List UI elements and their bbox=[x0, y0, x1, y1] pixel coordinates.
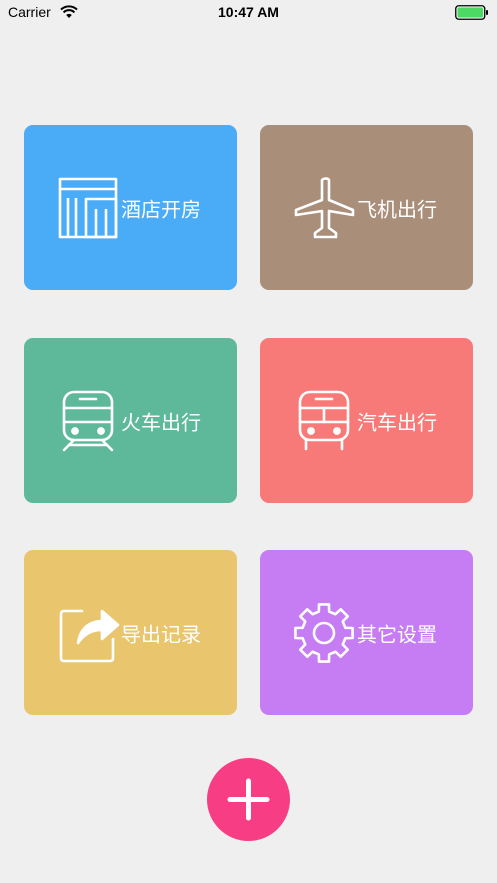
tile-export-button[interactable]: 导出记录 bbox=[24, 550, 237, 715]
tile-plane-label: 飞机出行 bbox=[357, 197, 437, 221]
tile-bus-label: 汽车出行 bbox=[357, 410, 437, 434]
status-bar: Carrier 10:47 AM bbox=[0, 0, 497, 26]
gear-icon bbox=[294, 602, 354, 663]
tile-plane-button[interactable]: 飞机出行 bbox=[260, 125, 473, 290]
tile-bus-button[interactable]: 汽车出行 bbox=[260, 338, 473, 503]
battery-icon bbox=[455, 5, 488, 20]
train-icon bbox=[62, 390, 114, 451]
airplane-icon bbox=[294, 176, 355, 238]
tile-hotel-button[interactable]: 酒店开房 bbox=[24, 125, 237, 290]
bus-icon bbox=[298, 390, 350, 450]
add-button[interactable] bbox=[207, 758, 290, 841]
tile-train-button[interactable]: 火车出行 bbox=[24, 338, 237, 503]
export-share-icon bbox=[59, 609, 120, 662]
status-time: 10:47 AM bbox=[218, 4, 279, 20]
tile-export-label: 导出记录 bbox=[121, 622, 201, 646]
tile-settings-label: 其它设置 bbox=[357, 622, 437, 646]
plus-icon bbox=[227, 778, 270, 821]
tile-train-label: 火车出行 bbox=[121, 410, 201, 434]
hotel-building-icon bbox=[58, 177, 118, 238]
tile-hotel-label: 酒店开房 bbox=[121, 197, 201, 221]
tile-settings-button[interactable]: 其它设置 bbox=[260, 550, 473, 715]
